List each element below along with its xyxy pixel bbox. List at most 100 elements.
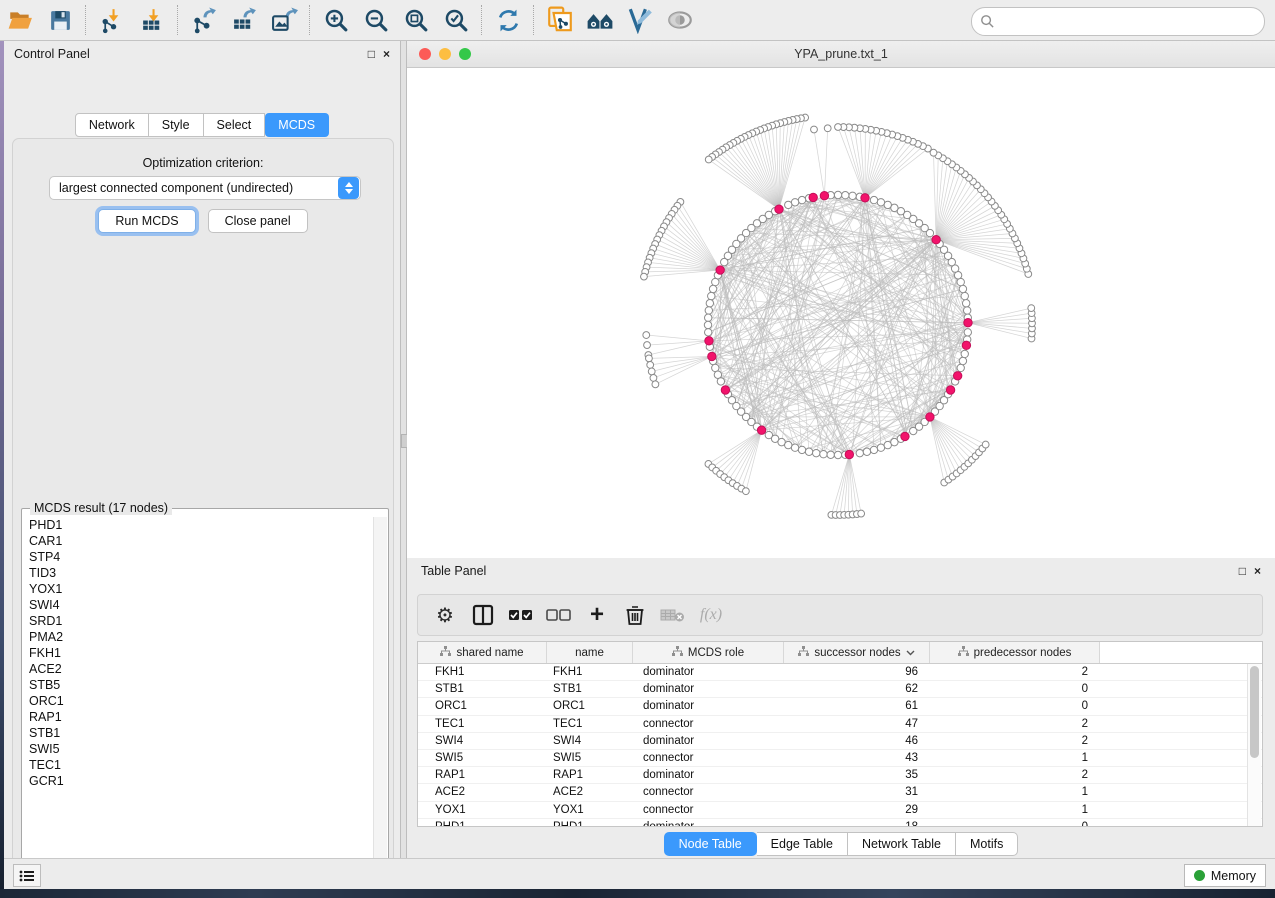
- ring-node[interactable]: [709, 285, 716, 292]
- edge[interactable]: [779, 118, 801, 209]
- search-input[interactable]: [999, 14, 1264, 30]
- table-row[interactable]: ORC1ORC1dominator610: [418, 698, 1262, 715]
- edge[interactable]: [968, 323, 1032, 339]
- close-panel-icon[interactable]: ×: [383, 48, 390, 60]
- close-panel-button[interactable]: Close panel: [208, 209, 308, 233]
- mcds-hub-node[interactable]: [820, 192, 828, 200]
- ring-node[interactable]: [708, 292, 715, 299]
- list-item[interactable]: RAP1: [29, 709, 379, 725]
- search-box[interactable]: [971, 7, 1265, 36]
- list-item[interactable]: CAR1: [29, 533, 379, 549]
- ring-node[interactable]: [705, 307, 712, 314]
- edge[interactable]: [968, 323, 1032, 334]
- ring-node[interactable]: [705, 314, 712, 321]
- vertical-splitter[interactable]: [400, 41, 407, 858]
- column-header-successor-nodes[interactable]: successor nodes: [784, 642, 930, 663]
- ring-node[interactable]: [798, 446, 805, 453]
- edge[interactable]: [652, 356, 712, 371]
- mcds-hub-node[interactable]: [845, 450, 853, 458]
- import-network-icon[interactable]: [92, 3, 132, 37]
- table-row[interactable]: RAP1RAP1dominator352: [418, 767, 1262, 784]
- mcds-hub-node[interactable]: [962, 341, 970, 349]
- tab-mcds[interactable]: MCDS: [265, 113, 329, 137]
- ring-node[interactable]: [962, 300, 969, 307]
- ring-node[interactable]: [712, 278, 719, 285]
- mcds-hub-node[interactable]: [721, 386, 729, 394]
- ring-node[interactable]: [721, 258, 728, 265]
- ring-node[interactable]: [877, 199, 884, 206]
- edge[interactable]: [843, 127, 865, 198]
- ring-node[interactable]: [964, 329, 971, 336]
- ring-node[interactable]: [704, 321, 711, 328]
- edge[interactable]: [712, 157, 779, 209]
- export-network-icon[interactable]: [184, 3, 224, 37]
- ring-node[interactable]: [705, 329, 712, 336]
- hide-graphics-details-icon[interactable]: [660, 3, 700, 37]
- mcds-result-list[interactable]: PHD1CAR1STP4TID3YOX1SWI4SRD1PMA2FKH1ACE2…: [23, 517, 379, 877]
- memory-button[interactable]: Memory: [1184, 864, 1266, 887]
- ring-node[interactable]: [820, 450, 827, 457]
- list-item[interactable]: STP4: [29, 549, 379, 565]
- table-row[interactable]: STB1STB1dominator620: [418, 681, 1262, 698]
- edge[interactable]: [726, 147, 779, 209]
- column-header-name[interactable]: name: [547, 642, 633, 663]
- edge[interactable]: [779, 120, 793, 209]
- satellite-node[interactable]: [647, 362, 654, 369]
- satellite-node[interactable]: [705, 156, 712, 163]
- edge[interactable]: [672, 214, 720, 270]
- ring-node[interactable]: [827, 451, 834, 458]
- tab-network[interactable]: Network: [75, 113, 149, 137]
- tab-motifs[interactable]: Motifs: [956, 832, 1018, 856]
- list-item[interactable]: STB5: [29, 677, 379, 693]
- criterion-select[interactable]: largest connected component (undirected): [49, 176, 361, 200]
- satellite-node[interactable]: [1028, 305, 1035, 312]
- ring-node[interactable]: [961, 292, 968, 299]
- ring-node[interactable]: [963, 307, 970, 314]
- open-file-icon[interactable]: [0, 3, 40, 37]
- table-row[interactable]: YOX1YOX1connector291: [418, 802, 1262, 819]
- satellite-node[interactable]: [824, 125, 831, 132]
- edge[interactable]: [646, 335, 709, 341]
- ring-node[interactable]: [957, 364, 964, 371]
- deselect-all-icon[interactable]: [542, 598, 576, 632]
- mcds-hub-node[interactable]: [861, 194, 869, 202]
- list-item[interactable]: PMA2: [29, 629, 379, 645]
- first-neighbors-icon[interactable]: [580, 3, 620, 37]
- run-mcds-button[interactable]: Run MCDS: [98, 209, 195, 233]
- edge[interactable]: [865, 149, 928, 198]
- zoom-in-icon[interactable]: [316, 3, 356, 37]
- list-item[interactable]: GCR1: [29, 773, 379, 789]
- select-all-icon[interactable]: [504, 598, 538, 632]
- table-row[interactable]: SWI4SWI4dominator462: [418, 733, 1262, 750]
- edge[interactable]: [779, 118, 805, 210]
- clone-network-icon[interactable]: [540, 3, 580, 37]
- import-table-icon[interactable]: [132, 3, 172, 37]
- column-header-predecessor-nodes[interactable]: predecessor nodes: [930, 642, 1100, 663]
- satellite-node[interactable]: [646, 355, 653, 362]
- table-scrollbar-thumb[interactable]: [1250, 666, 1259, 758]
- edge[interactable]: [653, 356, 711, 377]
- ring-node[interactable]: [712, 364, 719, 371]
- list-item[interactable]: SRD1: [29, 613, 379, 629]
- mcds-hub-node[interactable]: [708, 352, 716, 360]
- ring-node[interactable]: [785, 201, 792, 208]
- split-panel-icon[interactable]: [466, 598, 500, 632]
- list-item[interactable]: YOX1: [29, 581, 379, 597]
- edge[interactable]: [854, 128, 865, 198]
- ring-node[interactable]: [834, 451, 841, 458]
- ring-node[interactable]: [785, 441, 792, 448]
- ring-node[interactable]: [884, 201, 891, 208]
- tab-edge-table[interactable]: Edge Table: [757, 832, 848, 856]
- zoom-fit-icon[interactable]: [396, 3, 436, 37]
- ring-node[interactable]: [717, 378, 724, 385]
- edge[interactable]: [657, 240, 720, 271]
- edge[interactable]: [718, 375, 802, 450]
- satellite-node[interactable]: [652, 381, 659, 388]
- column-header-mcds-role[interactable]: MCDS role: [633, 642, 784, 663]
- ring-node[interactable]: [863, 448, 870, 455]
- mcds-hub-node[interactable]: [901, 432, 909, 440]
- ring-node[interactable]: [834, 191, 841, 198]
- mcds-hub-node[interactable]: [926, 413, 934, 421]
- ring-node[interactable]: [706, 300, 713, 307]
- mcds-hub-node[interactable]: [809, 193, 817, 201]
